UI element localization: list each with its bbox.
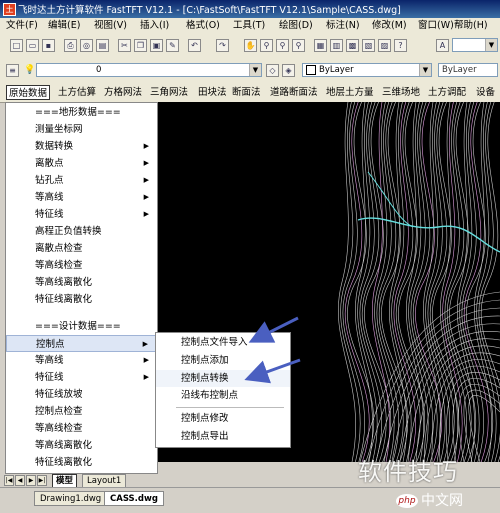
annotation-arrows [0, 0, 500, 512]
watermark-brand: php中文网 [396, 490, 463, 510]
file-tab-drawing1[interactable]: Drawing1.dwg [34, 491, 107, 506]
prev-tab-icon[interactable]: ◀ [15, 475, 25, 486]
file-tab-cass[interactable]: CASS.dwg [104, 491, 164, 506]
tab-model[interactable]: 模型 [52, 474, 77, 488]
next-tab-icon[interactable]: ▶ [26, 475, 36, 486]
first-tab-icon[interactable]: |◀ [4, 475, 14, 486]
arrow-to-convert-icon [250, 360, 300, 378]
watermark-text: 软件技巧 [358, 452, 458, 487]
arrow-to-import-icon [254, 318, 298, 340]
php-logo: php [396, 494, 418, 508]
tab-layout1[interactable]: Layout1 [82, 474, 126, 488]
layout-tab-bar: |◀ ◀ ▶ ▶| 模型 Layout1 [0, 474, 160, 487]
last-tab-icon[interactable]: ▶| [37, 475, 47, 486]
